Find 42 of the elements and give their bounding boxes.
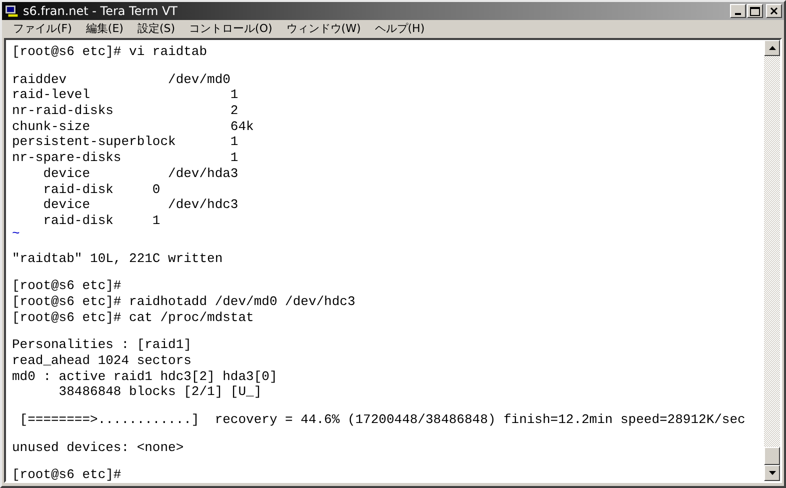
terminal-line: raid-disk 1: [42, 212, 162, 229]
terminal-line: device /dev/hdc3: [42, 197, 240, 213]
terminal-app-icon: [4, 4, 20, 18]
close-icon: [770, 7, 778, 15]
maximize-button[interactable]: [747, 4, 763, 18]
terminal-line: [========>............] recovery = 44.6% (17200448/38486848) finish=12.2min speed=28912K/sec: [18, 412, 746, 428]
terminal-line: raid-level 1: [12, 87, 240, 104]
terminal-line: raid-disk 0: [42, 182, 162, 198]
terminal-line: chunk-size 64k: [12, 118, 255, 134]
menu-item[interactable]: ヘルプ(H): [368, 21, 432, 36]
terminal-line: nr-spare-disks 1: [12, 150, 240, 166]
terminal-line: md0 : active raid1 hdc3[2] hda3[0]: [12, 368, 278, 384]
terminal-line: device /dev/hda3: [42, 166, 240, 182]
terminal-line: persistent-superblock 1: [12, 134, 240, 150]
menu-item[interactable]: 編集(E): [78, 21, 130, 36]
minimize-button[interactable]: [730, 4, 746, 18]
terminal-line: [root@s6 etc]# cat /proc/mdstat: [12, 310, 255, 326]
menu-item[interactable]: コントロール(O): [182, 21, 280, 36]
menu-item[interactable]: ファイル(F): [6, 21, 79, 36]
terminal-line: [root@s6 etc]# vi raidtab: [12, 44, 208, 60]
menu-item[interactable]: ウィンドウ(W): [279, 21, 368, 36]
scrollbar[interactable]: [764, 40, 780, 481]
scroll-thumb[interactable]: [764, 447, 780, 465]
terminal-line: unused devices: <none>: [12, 440, 185, 456]
scroll-up-button[interactable]: [764, 40, 780, 56]
up-arrow-icon: [768, 46, 776, 50]
menu-item[interactable]: 設定(S): [130, 21, 182, 36]
terminal-line: [root@s6 etc]#: [12, 278, 122, 294]
window-title: s6.fran.net - Tera Term VT: [23, 4, 178, 18]
terminal-line: Personalities : [raid1]: [12, 337, 192, 353]
terminal-line: [root@s6 etc]#: [12, 467, 122, 481]
terminal-line: read_ahead 1024 sectors: [12, 353, 192, 369]
tilde-marker: ~: [12, 228, 21, 239]
maximize-icon: [750, 6, 760, 16]
terminal-line: nr-raid-disks 2: [12, 103, 240, 119]
terminal-line: 38486848 blocks [2/1] [U_]: [58, 384, 263, 400]
terminal-line: [root@s6 etc]# raidhotadd /dev/md0 /dev/hdc3: [12, 294, 356, 310]
close-button[interactable]: [766, 4, 782, 18]
scroll-down-button[interactable]: [764, 465, 780, 481]
terminal-line: raiddev /dev/md0: [12, 72, 232, 88]
terminal-line: "raidtab" 10L, 221C written: [12, 250, 224, 266]
down-arrow-icon: [768, 471, 776, 475]
